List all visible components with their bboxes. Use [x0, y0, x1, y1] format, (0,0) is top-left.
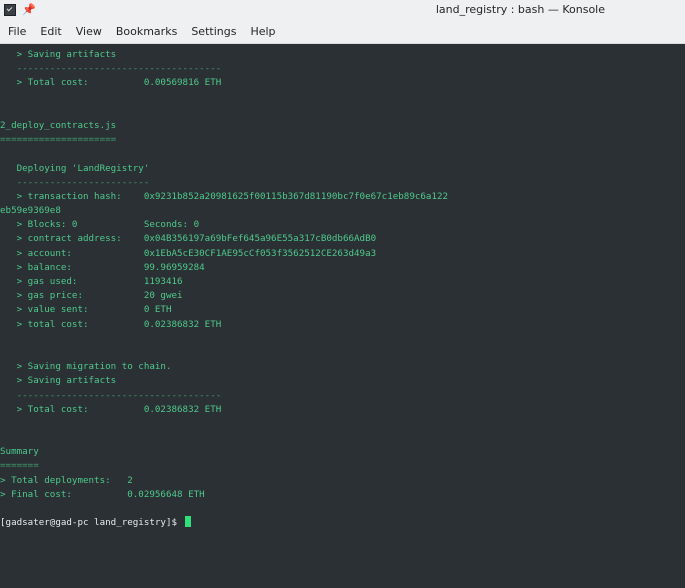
terminal-line: ------------------------------------- — [0, 63, 222, 75]
menu-bookmarks[interactable]: Bookmarks — [110, 20, 185, 44]
terminal-line: > total cost: 0.02386832 ETH — [0, 318, 222, 330]
terminal-line: ===================== — [0, 134, 117, 146]
terminal-line: > balance: 99.96959284 — [0, 261, 205, 273]
terminal-line: > Final cost: 0.02956648 ETH — [0, 488, 205, 500]
terminal-line: > gas price: 20 gwei — [0, 290, 183, 302]
terminal-line: > Saving migration to chain. — [0, 361, 172, 373]
terminal-output[interactable]: > Saving artifacts ---------------------… — [0, 44, 685, 588]
terminal-line: > Saving artifacts — [0, 375, 117, 387]
konsole-window: 📌 land_registry : bash — Konsole File Ed… — [0, 0, 685, 588]
terminal-line: > value sent: 0 ETH — [0, 304, 172, 316]
terminal-line: > Blocks: 0 Seconds: 0 — [0, 219, 200, 231]
menu-bar: File Edit View Bookmarks Settings Help — [0, 20, 685, 44]
terminal-line: > gas used: 1193416 — [0, 276, 183, 287]
text-cursor — [184, 516, 191, 528]
terminal-line: ------------------------------------- — [0, 389, 222, 401]
title-bar[interactable]: 📌 land_registry : bash — Konsole — [0, 0, 685, 20]
terminal-lines: > Saving artifacts ---------------------… — [0, 44, 685, 530]
menu-help[interactable]: Help — [244, 20, 283, 44]
terminal-line: ------------------------ — [0, 176, 150, 188]
terminal-line: > account: 0x1EbA5cE30CF1AE95cCf053f3562… — [0, 247, 377, 259]
terminal-line: eb59e9369e8 — [0, 205, 61, 217]
terminal-line: > contract address: 0x04B356197a69bFef64… — [0, 233, 377, 245]
terminal-line: Summary — [0, 446, 39, 458]
terminal-line: 2_deploy_contracts.js — [0, 119, 117, 131]
terminal-line: > Total deployments: 2 — [0, 474, 133, 486]
shell-prompt: [gadsater@gad-pc land_registry]$ — [0, 517, 183, 529]
menu-view[interactable]: View — [70, 20, 110, 44]
menu-file[interactable]: File — [2, 20, 34, 44]
terminal-line: > Total cost: 0.00569816 ETH — [0, 77, 222, 89]
menu-edit[interactable]: Edit — [34, 20, 69, 44]
menu-settings[interactable]: Settings — [185, 20, 244, 44]
window-title: land_registry : bash — Konsole — [435, 3, 605, 16]
terminal-line: > Saving artifacts — [0, 49, 117, 60]
terminal-line: Deploying 'LandRegistry' — [0, 162, 150, 174]
terminal-line: > transaction hash: 0x9231b852a20981625f… — [0, 190, 449, 202]
terminal-line: ======= — [0, 460, 39, 472]
shell-prompt-line[interactable]: [gadsater@gad-pc land_registry]$ — [0, 516, 685, 530]
terminal-line: > Total cost: 0.02386832 ETH — [0, 403, 222, 415]
